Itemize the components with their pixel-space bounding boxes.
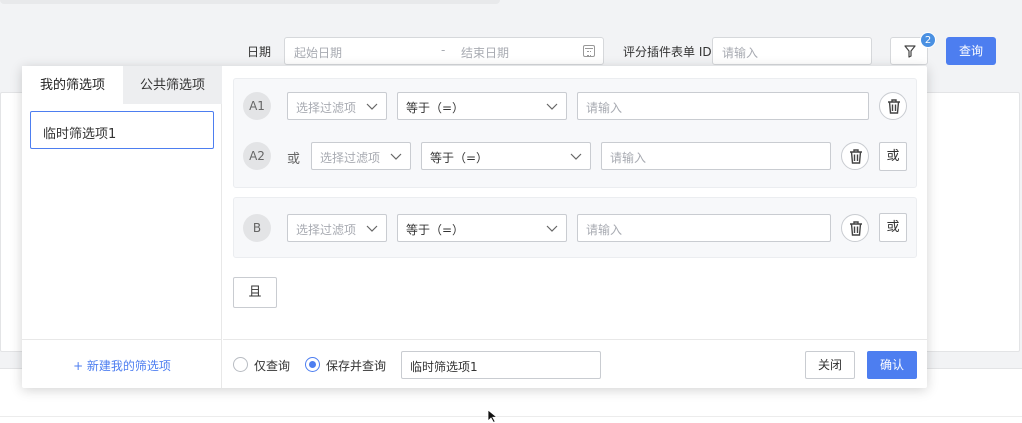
form-id-label: 评分插件表单 ID bbox=[623, 45, 712, 59]
value-input[interactable]: 请输入 bbox=[577, 92, 869, 120]
field-select-placeholder: 选择过滤项 bbox=[320, 151, 381, 165]
radio-query-only-label[interactable]: 仅查询 bbox=[254, 357, 290, 374]
value-input[interactable]: 请输入 bbox=[577, 214, 831, 242]
trash-icon bbox=[850, 149, 862, 164]
trash-icon bbox=[888, 99, 900, 114]
radio-query-only[interactable] bbox=[233, 357, 248, 372]
filter-name-input[interactable]: 临时筛选项1 bbox=[401, 351, 601, 379]
add-or-button[interactable]: 或 bbox=[879, 142, 907, 171]
tab-my-filters[interactable]: 我的筛选项 bbox=[22, 66, 123, 104]
delete-row-button[interactable] bbox=[841, 142, 869, 170]
chevron-down-icon bbox=[366, 225, 378, 232]
trash-icon bbox=[850, 221, 862, 236]
delete-row-button[interactable] bbox=[841, 214, 869, 242]
value-input[interactable]: 请输入 bbox=[601, 142, 831, 170]
delete-row-button[interactable] bbox=[879, 92, 907, 120]
search-bar: 日期 起始日期 - 结束日期 评分插件表单 ID 请输入 2 查询 bbox=[0, 32, 1022, 65]
radio-save-and-query[interactable] bbox=[305, 357, 320, 372]
radio-save-and-query-label[interactable]: 保存并查询 bbox=[326, 357, 386, 374]
date-label: 日期 bbox=[247, 45, 272, 59]
field-select[interactable]: 选择过滤项 bbox=[311, 142, 411, 170]
confirm-button[interactable]: 确认 bbox=[867, 351, 917, 379]
operator-value: 等于（=） bbox=[406, 101, 465, 115]
operator-value: 等于（=） bbox=[430, 151, 489, 165]
tab-public-filters[interactable]: 公共筛选项 bbox=[123, 66, 222, 104]
operator-select[interactable]: 等于（=） bbox=[397, 92, 567, 120]
add-and-button[interactable]: 且 bbox=[233, 277, 277, 308]
start-date-input[interactable]: 起始日期 bbox=[294, 44, 342, 61]
popup-footer: 仅查询 保存并查询 临时筛选项1 关闭 确认 bbox=[223, 339, 927, 388]
date-range-picker[interactable]: 起始日期 - 结束日期 bbox=[284, 37, 604, 65]
end-date-input[interactable]: 结束日期 bbox=[461, 44, 509, 61]
row-tag: B bbox=[243, 214, 271, 242]
field-select-placeholder: 选择过滤项 bbox=[296, 101, 357, 115]
add-or-button[interactable]: 或 bbox=[879, 213, 907, 242]
filter-popup: 我的筛选项 公共筛选项 临时筛选项1 + 新建我的筛选项 A1 选择过滤项 等于… bbox=[22, 66, 927, 388]
operator-value: 等于（=） bbox=[406, 223, 465, 237]
operator-select[interactable]: 等于（=） bbox=[397, 214, 567, 242]
operator-select[interactable]: 等于（=） bbox=[421, 142, 591, 170]
filter-icon bbox=[904, 45, 916, 58]
calendar-icon[interactable] bbox=[583, 45, 595, 57]
cursor-icon bbox=[487, 409, 499, 423]
close-button[interactable]: 关闭 bbox=[805, 351, 855, 379]
chevron-down-icon bbox=[390, 153, 402, 160]
or-connector: 或 bbox=[287, 152, 301, 167]
form-id-input[interactable]: 请输入 bbox=[712, 37, 872, 65]
saved-filter-item[interactable]: 临时筛选项1 bbox=[30, 111, 214, 149]
row-tag: A1 bbox=[243, 92, 271, 120]
background-top-bar bbox=[0, 0, 500, 4]
field-select[interactable]: 选择过滤项 bbox=[287, 92, 387, 120]
condition-group-a: A1 选择过滤项 等于（=） 请输入 A2 或 选择过滤项 等于（=） 请输入 … bbox=[233, 78, 917, 188]
saved-filters-panel: 我的筛选项 公共筛选项 临时筛选项1 + 新建我的筛选项 bbox=[22, 66, 222, 388]
query-button[interactable]: 查询 bbox=[946, 37, 996, 65]
date-separator: - bbox=[441, 43, 446, 57]
field-select-placeholder: 选择过滤项 bbox=[296, 223, 357, 237]
chevron-down-icon bbox=[570, 153, 582, 160]
chevron-down-icon bbox=[546, 225, 558, 232]
chevron-down-icon bbox=[546, 103, 558, 110]
row-tag: A2 bbox=[243, 142, 271, 170]
chevron-down-icon bbox=[366, 103, 378, 110]
filter-count-badge: 2 bbox=[920, 32, 936, 48]
background-divider bbox=[0, 416, 1022, 417]
condition-group-b: B 选择过滤项 等于（=） 请输入 或 bbox=[233, 197, 917, 258]
new-filter-link[interactable]: + 新建我的筛选项 bbox=[22, 339, 222, 388]
field-select[interactable]: 选择过滤项 bbox=[287, 214, 387, 242]
